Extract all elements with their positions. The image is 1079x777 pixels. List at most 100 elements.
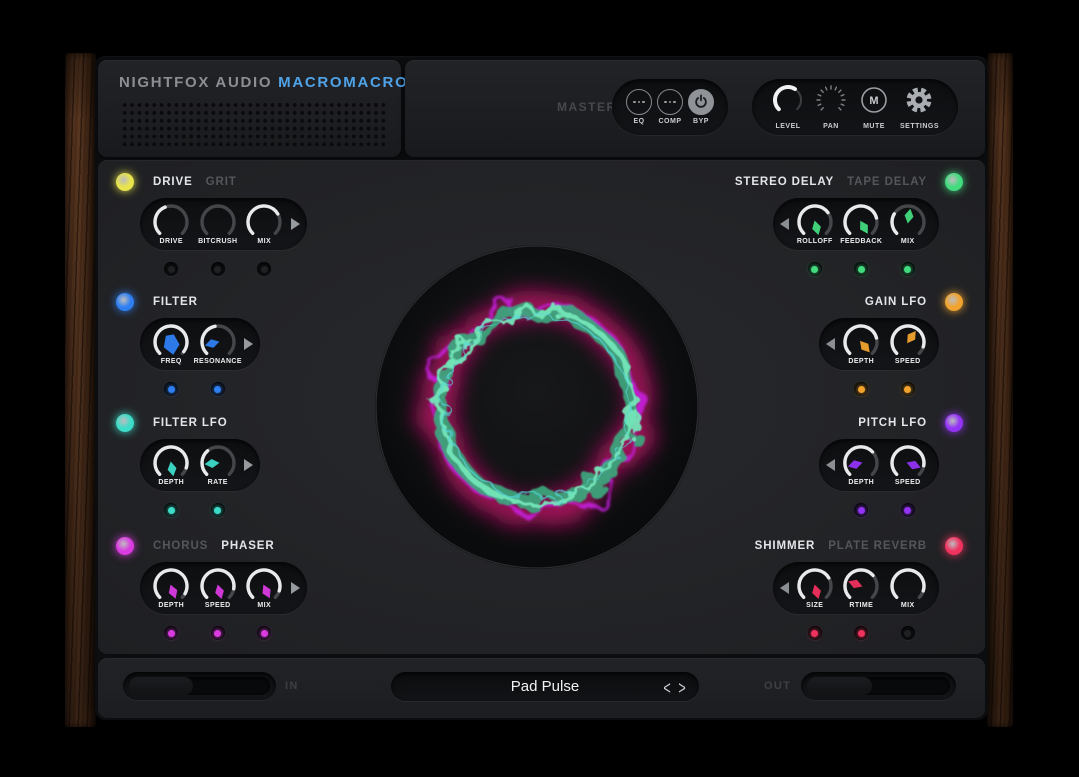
drive-knob-drive[interactable]: DRIVE xyxy=(148,203,195,245)
knob-label: DEPTH xyxy=(848,479,874,486)
pitch-lfo-mini-led-1[interactable] xyxy=(854,503,868,517)
knob-graphic xyxy=(886,323,930,361)
stereo-delay-knob-mix[interactable]: MIX xyxy=(885,203,932,245)
eq-button[interactable]: EQ xyxy=(626,89,652,125)
shimmer-tab-0[interactable]: SHIMMER xyxy=(755,540,816,552)
chorus-knob-depth[interactable]: DEPTH xyxy=(148,567,195,609)
product-name: MACROMACRO xyxy=(278,74,408,91)
chorus-knob-speed[interactable]: SPEED xyxy=(195,567,242,609)
knob-graphic xyxy=(149,444,193,482)
knob-graphic xyxy=(149,323,193,361)
section-gain-lfo: GAIN LFO DEPTHSPEED xyxy=(819,292,964,396)
stereo-delay-expand-arrow[interactable] xyxy=(780,218,789,230)
filter-lfo-tab-0[interactable]: FILTER LFO xyxy=(153,417,228,429)
drive-mini-led-1[interactable] xyxy=(164,262,178,276)
wood-rail-left xyxy=(65,53,96,727)
shimmer-knob-mix[interactable]: MIX xyxy=(885,567,932,609)
filter-lfo-expand-arrow[interactable] xyxy=(244,459,253,471)
section-drive: DRIVEGRITDRIVEBITCRUSHMIX xyxy=(116,172,307,276)
mute-button[interactable]: M MUTE xyxy=(857,85,891,130)
filter-header: FILTER xyxy=(116,292,198,312)
chorus-mini-led-1[interactable] xyxy=(164,626,178,640)
filter-lfo-mini-led-2[interactable] xyxy=(211,503,225,517)
filter-lfo-mini-led-1[interactable] xyxy=(164,503,178,517)
level-knob[interactable]: LEVEL xyxy=(771,85,805,130)
knob-graphic xyxy=(886,444,930,482)
drive-knob-mix[interactable]: MIX xyxy=(241,203,288,245)
gain-lfo-mini-led-2[interactable] xyxy=(901,382,915,396)
pitch-lfo-knob-speed[interactable]: SPEED xyxy=(885,444,932,486)
knob-label: SIZE xyxy=(806,602,823,609)
drive-mini-led-3[interactable] xyxy=(257,262,271,276)
gain-lfo-knob-depth[interactable]: DEPTH xyxy=(838,323,885,365)
shimmer-tab-1[interactable]: PLATE REVERB xyxy=(828,540,927,552)
section-chorus: CHORUS PHASER DEPTHSPEEDMIX xyxy=(116,536,307,640)
shimmer-led-row xyxy=(772,626,939,640)
drive-tab-0[interactable]: DRIVE xyxy=(153,176,193,188)
comp-button[interactable]: COMP xyxy=(657,89,683,125)
stereo-delay-mini-led-3[interactable] xyxy=(901,262,915,276)
drive-expand-arrow[interactable] xyxy=(291,218,300,230)
chorus-tab-0[interactable]: CHORUS xyxy=(153,540,208,552)
input-gain-fader[interactable] xyxy=(123,672,276,700)
output-gain-fader[interactable] xyxy=(801,672,956,700)
shimmer-expand-arrow[interactable] xyxy=(780,582,789,594)
stereo-delay-knob-feedback[interactable]: FEEDBACK xyxy=(838,203,885,245)
chorus-expand-arrow[interactable] xyxy=(291,582,300,594)
settings-button[interactable]: SETTINGS xyxy=(900,85,939,130)
pan-knob[interactable]: PAN xyxy=(814,85,848,130)
knob-graphic xyxy=(839,567,883,605)
knob-graphic xyxy=(839,444,883,482)
chorus-mini-led-2[interactable] xyxy=(211,626,225,640)
filter-lfo-knob-depth[interactable]: DEPTH xyxy=(148,444,195,486)
pan-label: PAN xyxy=(823,123,839,130)
shimmer-knob-size[interactable]: SIZE xyxy=(792,567,839,609)
pitch-lfo-tab-0[interactable]: PITCH LFO xyxy=(858,417,927,429)
pitch-lfo-knob-depth[interactable]: DEPTH xyxy=(838,444,885,486)
wood-rail-right xyxy=(987,53,1013,727)
drive-tab-1[interactable]: GRIT xyxy=(206,176,237,188)
knob-graphic xyxy=(242,203,286,241)
knob-label: RESONANCE xyxy=(194,358,242,365)
chorus-mini-led-3[interactable] xyxy=(257,626,271,640)
filter-knob-resonance[interactable]: RESONANCE xyxy=(195,323,242,365)
bypass-button[interactable]: BYP xyxy=(688,89,714,125)
chorus-tab-1[interactable]: PHASER xyxy=(221,540,274,552)
stereo-delay-mini-led-1[interactable] xyxy=(808,262,822,276)
preset-selector[interactable]: Pad Pulse < > xyxy=(391,672,699,701)
gain-lfo-tab-0[interactable]: GAIN LFO xyxy=(865,296,927,308)
master-block: MASTER EQ COMP xyxy=(405,60,985,157)
knob-graphic xyxy=(196,323,240,361)
pitch-lfo-expand-arrow[interactable] xyxy=(826,459,835,471)
gain-lfo-knob-speed[interactable]: SPEED xyxy=(885,323,932,365)
reactor-visualizer xyxy=(367,237,707,577)
stereo-delay-tab-1[interactable]: TAPE DELAY xyxy=(847,176,927,188)
chevron-left-icon[interactable]: < xyxy=(663,676,670,698)
filter-mini-led-1[interactable] xyxy=(164,382,178,396)
stereo-delay-mini-led-2[interactable] xyxy=(854,262,868,276)
shimmer-led-indicator xyxy=(945,537,963,555)
pan-knob-graphic xyxy=(814,85,848,120)
filter-tab-0[interactable]: FILTER xyxy=(153,296,198,308)
plugin-window: NIGHTFOX AUDIO MACROMACRO MASTER EQ xyxy=(0,0,1079,777)
chevron-right-icon[interactable]: > xyxy=(678,676,685,698)
filter-mini-led-2[interactable] xyxy=(211,382,225,396)
stereo-delay-tab-0[interactable]: STEREO DELAY xyxy=(735,176,834,188)
pitch-lfo-mini-led-2[interactable] xyxy=(901,503,915,517)
drive-knob-bitcrush[interactable]: BITCRUSH xyxy=(195,203,242,245)
drive-mini-led-2[interactable] xyxy=(211,262,225,276)
gain-lfo-expand-arrow[interactable] xyxy=(826,338,835,350)
shimmer-mini-led-1[interactable] xyxy=(808,626,822,640)
filter-knob-freq[interactable]: FREQ xyxy=(148,323,195,365)
knob-label: DEPTH xyxy=(158,479,184,486)
filter-lfo-knob-rate[interactable]: RATE xyxy=(195,444,242,486)
gain-lfo-mini-led-1[interactable] xyxy=(854,382,868,396)
shimmer-mini-led-2[interactable] xyxy=(854,626,868,640)
stereo-delay-header: STEREO DELAY TAPE DELAY xyxy=(735,172,963,192)
chorus-knob-mix[interactable]: MIX xyxy=(241,567,288,609)
shimmer-knob-rtime[interactable]: RTIME xyxy=(838,567,885,609)
shimmer-mini-led-3[interactable] xyxy=(901,626,915,640)
filter-lfo-knob-pill: DEPTH RATE xyxy=(140,439,260,491)
filter-expand-arrow[interactable] xyxy=(244,338,253,350)
stereo-delay-knob-rolloff[interactable]: ROLLOFF xyxy=(792,203,839,245)
